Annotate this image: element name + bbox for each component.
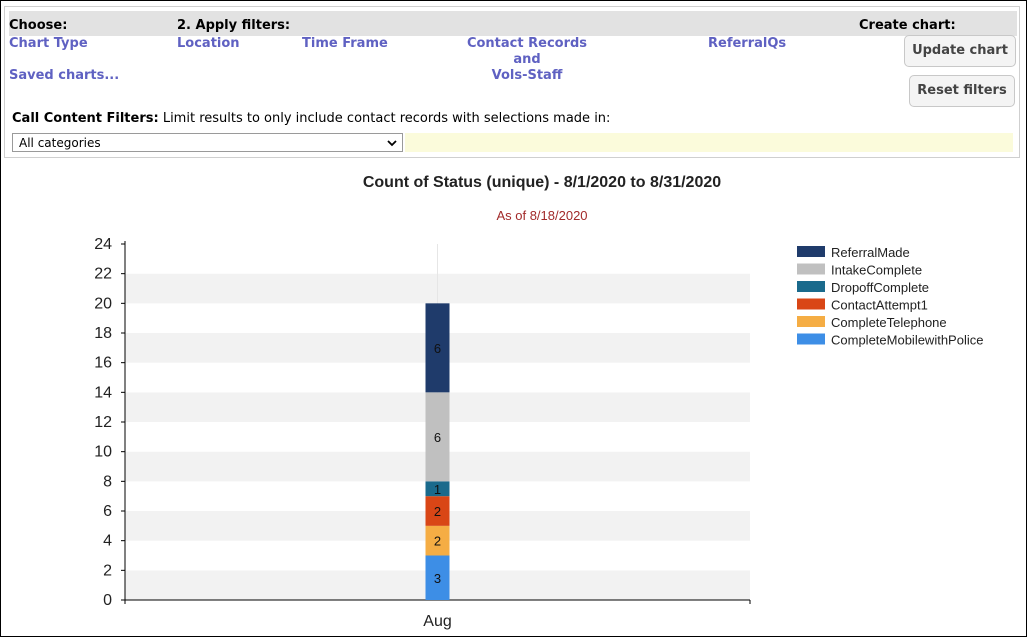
y-tick-label: 10 <box>94 444 112 461</box>
apply-filters-label: 2. Apply filters: <box>177 18 291 33</box>
x-tick-label: Aug <box>423 613 451 630</box>
legend-swatch <box>797 281 825 292</box>
category-select-value: All categories <box>19 136 101 150</box>
call-content-filters-description: Limit results to only include contact re… <box>162 111 611 126</box>
chevron-down-icon <box>386 134 398 159</box>
legend-item: ContactAttempt1 <box>831 298 928 313</box>
call-content-filters-text: Call Content Filters: Limit results to o… <box>12 111 610 126</box>
data-label: 6 <box>434 430 441 445</box>
legend-item: CompleteTelephone <box>831 315 947 330</box>
location-link[interactable]: Location <box>177 36 240 51</box>
legend-swatch <box>797 263 825 275</box>
y-tick-label: 2 <box>103 562 112 579</box>
legend-swatch <box>797 298 825 310</box>
y-tick-label: 14 <box>94 384 112 401</box>
app-window: Choose: 2. Apply filters: Create chart: … <box>0 0 1027 637</box>
chart-subtitle: As of 8/18/2020 <box>496 208 588 223</box>
referralqs-link[interactable]: ReferralQs <box>708 36 786 51</box>
y-tick-label: 18 <box>94 325 112 342</box>
stacked-bar-chart: 024681012141618202224322166AugReferralMa… <box>94 236 983 630</box>
y-tick-label: 0 <box>103 592 112 609</box>
filter-panel: Choose: 2. Apply filters: Create chart: … <box>4 6 1020 158</box>
legend-swatch <box>797 246 825 257</box>
time-frame-link[interactable]: Time Frame <box>302 36 388 51</box>
legend-item: CompleteMobilewithPolice <box>831 333 983 348</box>
y-tick-label: 4 <box>103 533 112 550</box>
data-label: 6 <box>434 341 441 356</box>
reset-filters-button[interactable]: Reset filters <box>909 75 1015 107</box>
legend-item: ReferralMade <box>831 245 910 260</box>
y-tick-label: 20 <box>94 295 112 312</box>
chart-type-link[interactable]: Chart Type <box>9 36 88 51</box>
data-label: 2 <box>434 504 441 519</box>
y-tick-label: 22 <box>94 266 112 283</box>
call-content-filters-label: Call Content Filters: <box>12 111 159 126</box>
legend-item: IntakeComplete <box>831 263 922 278</box>
chart-title: Count of Status (unique) - 8/1/2020 to 8… <box>362 174 722 191</box>
contact-records-line2: and <box>513 52 541 67</box>
legend-swatch <box>797 316 825 327</box>
data-label: 3 <box>434 571 441 586</box>
y-tick-label: 6 <box>103 503 112 520</box>
data-label: 2 <box>434 534 441 549</box>
panel-header: Choose: 2. Apply filters: Create chart: <box>9 11 1017 36</box>
legend-item: DropoffComplete <box>831 280 929 295</box>
legend-swatch <box>797 333 825 345</box>
filter-selection-area <box>405 133 1013 152</box>
create-chart-label: Create chart: <box>859 18 956 33</box>
y-tick-label: 8 <box>103 473 112 490</box>
saved-charts-link[interactable]: Saved charts... <box>9 68 119 83</box>
update-chart-button[interactable]: Update chart <box>904 35 1016 67</box>
contact-records-line1: Contact Records <box>466 36 588 51</box>
y-tick-label: 12 <box>94 414 112 431</box>
y-tick-label: 24 <box>94 236 112 253</box>
contact-records-line3: Vols-Staff <box>491 68 563 83</box>
choose-label: Choose: <box>9 18 68 33</box>
contact-records-link[interactable]: Contact Records and Vols-Staff <box>457 36 597 84</box>
data-label: 1 <box>434 482 441 497</box>
y-tick-label: 16 <box>94 355 112 372</box>
category-select[interactable]: All categories <box>12 133 403 152</box>
